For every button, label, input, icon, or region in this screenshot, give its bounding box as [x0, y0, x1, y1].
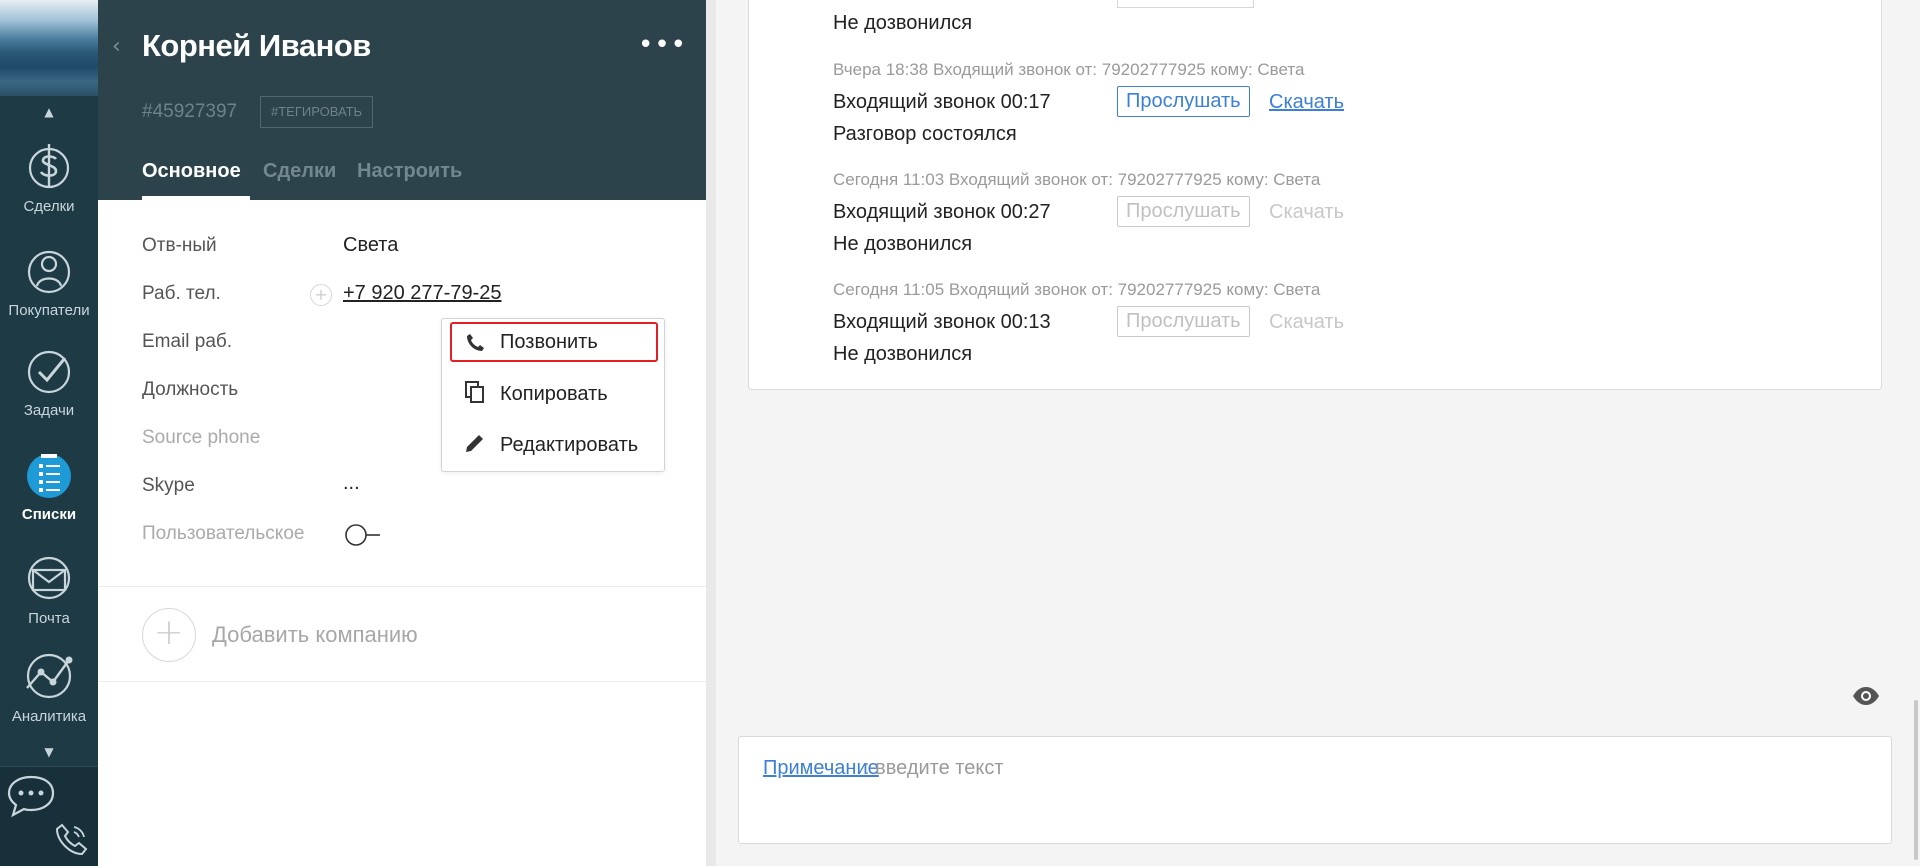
field-label-responsible: Отв-ный	[142, 235, 217, 256]
field-label-work-phone: Раб. тел.	[142, 283, 221, 304]
field-value-responsible[interactable]: Света	[343, 234, 398, 257]
field-label-work-email: Email раб.	[142, 331, 233, 352]
menu-item-label: Редактировать	[500, 434, 639, 456]
field-label-position: Должность	[142, 379, 239, 400]
menu-item-call[interactable]: Позвонить	[450, 322, 658, 362]
list-icon	[27, 454, 71, 498]
call-title: Входящий звонок 00:13	[833, 311, 1051, 333]
pencil-icon	[466, 435, 483, 452]
add-company-label: Добавить компанию	[212, 622, 418, 647]
call-title: Входящий звонок 00:27	[833, 201, 1051, 223]
contact-name[interactable]: Корней Иванов	[142, 28, 371, 64]
note-placeholder: : введите текст	[864, 757, 1004, 779]
download-link[interactable]: Скачать	[1269, 91, 1344, 114]
phone-call-icon[interactable]	[52, 819, 92, 859]
divider	[98, 586, 706, 587]
activity-feed: Не дозвонился Вчера 18:38 Входящий звоно…	[716, 0, 1920, 866]
call-status: Разговор состоялся	[833, 123, 1017, 145]
check-icon	[27, 350, 71, 394]
nav-item-analytics[interactable]: Аналитика	[0, 650, 98, 746]
analytics-icon	[26, 653, 73, 699]
eye-icon[interactable]	[1852, 686, 1880, 706]
plus-circle-icon: +	[142, 608, 196, 662]
nav-scroll-up-icon[interactable]: ▲	[0, 105, 98, 119]
add-phone-icon[interactable]: +	[310, 284, 332, 306]
divider	[98, 681, 706, 682]
mail-icon	[27, 556, 71, 600]
menu-item-copy[interactable]: Копировать	[450, 373, 658, 413]
nav-item-label: Аналитика	[11, 708, 87, 725]
nav-item-mail[interactable]: Почта	[0, 552, 98, 648]
note-type-link[interactable]: Примечание	[763, 757, 879, 780]
tab-deals[interactable]: Сделки	[263, 160, 336, 183]
panel-separator	[706, 0, 716, 866]
call-status: Не дозвонился	[833, 233, 973, 255]
contact-header: ‹ Корней Иванов ••• #45927397 #ТЕГИРОВАТ…	[98, 0, 706, 200]
nav-item-deals[interactable]: Сделки	[0, 140, 98, 236]
main-navigation: ▲ Сделки Покупатели Задачи Списки Почта …	[0, 0, 98, 866]
nav-scroll-down-icon[interactable]: ▼	[0, 745, 98, 759]
nav-item-tasks[interactable]: Задачи	[0, 344, 98, 440]
download-link[interactable]: Скачать	[1269, 201, 1344, 224]
menu-item-label: Копировать	[500, 383, 608, 405]
note-input[interactable]: Примечание : введите текст	[738, 736, 1892, 844]
chat-icon[interactable]	[6, 773, 56, 819]
user-avatar[interactable]	[0, 0, 98, 96]
call-meta: Сегодня 11:03 Входящий звонок от: 792027…	[833, 170, 1321, 189]
call-title: Входящий звонок 00:17	[833, 91, 1051, 113]
toggle-icon[interactable]	[344, 523, 384, 547]
calls-card: Не дозвонился Вчера 18:38 Входящий звоно…	[748, 0, 1882, 390]
menu-item-label: Позвонить	[500, 331, 598, 353]
field-label-custom: Пользовательское	[142, 523, 305, 544]
call-status: Не дозвонился	[833, 12, 973, 34]
listen-button[interactable]: Прослушать	[1117, 86, 1250, 117]
nav-item-label: Задачи	[23, 402, 75, 419]
nav-item-lists[interactable]: Списки	[0, 448, 98, 544]
tab-configure[interactable]: Настроить	[357, 160, 462, 183]
contact-panel: ‹ Корней Иванов ••• #45927397 #ТЕГИРОВАТ…	[98, 0, 706, 866]
tab-main[interactable]: Основное	[142, 160, 241, 183]
contact-id: #45927397	[142, 101, 238, 122]
nav-item-customers[interactable]: Покупатели	[0, 244, 98, 340]
more-options-icon[interactable]: •••	[638, 30, 687, 60]
listen-button[interactable]: Прослушать	[1117, 196, 1250, 227]
call-meta: Сегодня 11:05 Входящий звонок от: 792027…	[833, 280, 1321, 299]
phone-icon	[467, 334, 484, 351]
scrollbar[interactable]	[1914, 700, 1918, 860]
dollar-icon	[28, 144, 70, 189]
nav-bottom-bar	[0, 766, 98, 866]
customers-icon	[27, 250, 71, 294]
back-icon[interactable]: ‹	[112, 34, 121, 59]
field-label-skype: Skype	[142, 475, 195, 496]
call-meta: Вчера 18:38 Входящий звонок от: 79202777…	[833, 60, 1305, 79]
active-tab-indicator	[142, 196, 250, 200]
listen-button[interactable]: Прослушать	[1117, 306, 1250, 337]
field-value-skype[interactable]: ...	[343, 472, 360, 495]
menu-item-edit[interactable]: Редактировать	[450, 424, 658, 464]
listen-button-clipped	[1117, 0, 1254, 8]
nav-item-label: Сделки	[23, 198, 75, 215]
tag-button[interactable]: #ТЕГИРОВАТЬ	[260, 96, 374, 128]
nav-item-label: Почта	[28, 610, 70, 627]
nav-item-label: Списки	[21, 506, 77, 523]
nav-item-label: Покупатели	[8, 302, 90, 319]
phone-action-menu: Позвонить Копировать Редактировать	[441, 318, 665, 472]
download-link[interactable]: Скачать	[1269, 311, 1344, 334]
call-status: Не дозвонился	[833, 343, 973, 365]
copy-icon	[465, 381, 484, 403]
field-value-work-phone[interactable]: +7 920 277-79-25	[343, 282, 501, 305]
field-label-source-phone: Source phone	[142, 427, 261, 448]
